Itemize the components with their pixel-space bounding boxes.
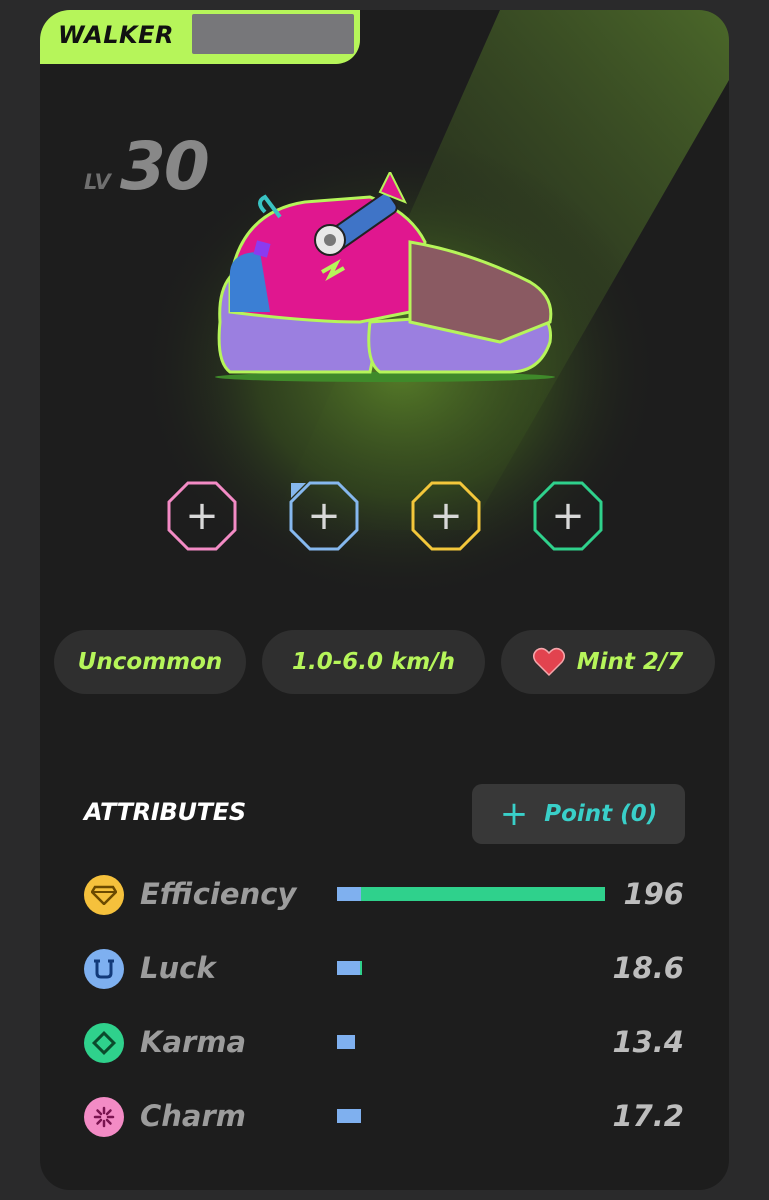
plus-icon: + xyxy=(429,493,463,539)
add-point-label: Point (0) xyxy=(544,801,658,827)
attribute-bar xyxy=(337,1109,605,1123)
gem-icon xyxy=(84,875,124,915)
attribute-row-efficiency: Efficiency 196 xyxy=(84,873,684,917)
attribute-value: 13.4 xyxy=(612,1025,684,1059)
attribute-row-charm: Charm 17.2 xyxy=(84,1095,684,1139)
gem-sockets: + + + + xyxy=(40,480,729,560)
attributes-heading: ATTRIBUTES xyxy=(84,798,246,826)
socket-pink[interactable]: + xyxy=(166,480,238,552)
horseshoe-icon xyxy=(84,949,124,989)
sneaker-info-pills: Uncommon 1.0-6.0 km/h Mint 2/7 xyxy=(40,630,729,694)
attribute-bar-base xyxy=(337,1035,356,1049)
redacted-id-block xyxy=(192,14,354,54)
level-value: 30 xyxy=(120,128,210,205)
attribute-name: Efficiency xyxy=(140,877,297,911)
rarity-label: Uncommon xyxy=(77,649,223,675)
attribute-value: 17.2 xyxy=(612,1099,684,1133)
attribute-bar-base xyxy=(337,961,360,975)
attribute-bar-base xyxy=(337,887,362,901)
speed-range-label: 1.0-6.0 km/h xyxy=(291,649,456,675)
attribute-name: Luck xyxy=(140,951,216,985)
level-prefix: LV xyxy=(84,170,111,194)
attribute-bar xyxy=(337,1035,605,1049)
mint-count-label: Mint 2/7 xyxy=(576,649,684,675)
sneaker-detail-card: WALKER LV 30 + + + + Uncommon 1.0-6.0 km… xyxy=(40,10,729,1190)
sneaker-image xyxy=(215,172,555,382)
socket-yellow[interactable]: + xyxy=(410,480,482,552)
walker-type-tag: WALKER xyxy=(40,10,360,64)
attribute-row-karma: Karma 13.4 xyxy=(84,1021,684,1065)
socket-blue[interactable]: + xyxy=(288,480,360,552)
diamond-icon xyxy=(84,1023,124,1063)
plus-icon: + xyxy=(307,493,341,539)
attribute-value: 18.6 xyxy=(612,951,684,985)
attribute-bar xyxy=(337,887,605,901)
attribute-bar-bonus xyxy=(337,887,605,901)
socket-green[interactable]: + xyxy=(532,480,604,552)
attribute-bar-base xyxy=(337,1109,361,1123)
attribute-value: 196 xyxy=(623,877,684,911)
mint-count-badge: Mint 2/7 xyxy=(501,630,715,694)
speed-range-badge: 1.0-6.0 km/h xyxy=(262,630,485,694)
attribute-name: Charm xyxy=(140,1099,247,1133)
attribute-row-luck: Luck 18.6 xyxy=(84,947,684,991)
sneaker-type-label: WALKER xyxy=(58,21,174,49)
plus-icon: + xyxy=(499,794,529,834)
heart-icon xyxy=(532,647,565,677)
rarity-badge: Uncommon xyxy=(54,630,246,694)
sparkle-icon xyxy=(84,1097,124,1137)
attribute-name: Karma xyxy=(140,1025,247,1059)
attribute-bar xyxy=(337,961,605,975)
plus-icon: + xyxy=(185,493,219,539)
add-point-button[interactable]: + Point (0) xyxy=(472,784,685,844)
plus-icon: + xyxy=(551,493,585,539)
